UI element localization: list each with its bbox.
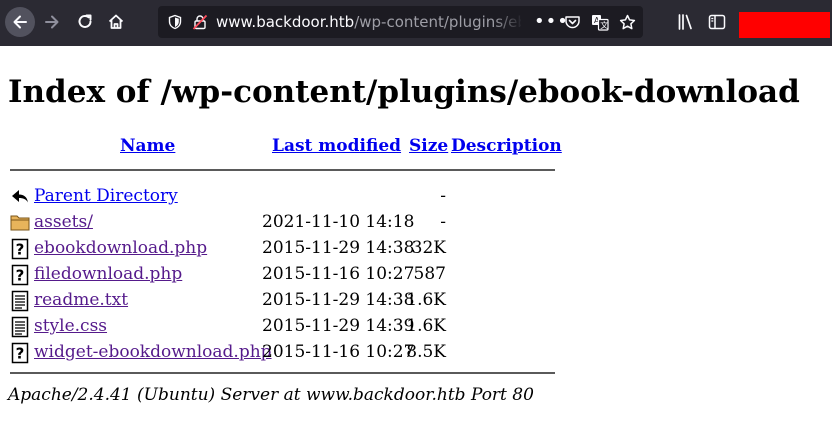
sort-by-last-modified-link[interactable]: Last modified — [272, 136, 401, 156]
svg-text:?: ? — [16, 267, 25, 285]
size-cell: 1.6K — [406, 316, 446, 336]
back-arrow-icon — [13, 15, 27, 29]
sort-by-name-link[interactable]: Name — [120, 136, 175, 156]
reload-icon — [78, 14, 92, 28]
url-text[interactable]: www.backdoor.htb/wp-content/plugins/eboo — [216, 13, 521, 31]
table-row: ? filedownload.php 2015-11-16 10:27 587 — [0, 262, 560, 288]
url-fade — [493, 6, 523, 38]
unknown-file-icon: ? — [10, 264, 30, 290]
last-modified-cell: 2015-11-29 14:38 — [262, 238, 415, 258]
last-modified-cell: 2015-11-29 14:38 — [262, 290, 415, 310]
size-cell: 1.6K — [406, 290, 446, 310]
back-button[interactable] — [5, 7, 35, 37]
insecure-lock-icon[interactable] — [192, 14, 208, 30]
table-row: style.css 2015-11-29 14:39 1.6K — [0, 314, 560, 340]
forward-arrow-icon — [45, 15, 59, 29]
header-divider — [10, 169, 555, 171]
browser-toolbar: www.backdoor.htb/wp-content/plugins/eboo… — [0, 0, 832, 46]
sort-by-size-link[interactable]: Size — [409, 136, 448, 156]
forward-button[interactable] — [37, 7, 67, 37]
last-modified-cell: 2015-11-16 10:27 — [262, 264, 415, 284]
back-icon — [10, 186, 30, 210]
file-link[interactable]: style.css — [34, 316, 107, 336]
file-link[interactable]: widget-ebookdownload.php — [34, 342, 272, 362]
svg-text:?: ? — [16, 241, 25, 259]
text-file-icon — [10, 290, 30, 316]
sidebar-icon[interactable] — [708, 13, 726, 31]
redacted-account-block — [739, 12, 830, 38]
size-cell: - — [440, 186, 446, 206]
file-link[interactable]: ebookdownload.php — [34, 238, 207, 258]
file-link[interactable]: assets/ — [34, 212, 93, 232]
size-cell: 587 — [413, 264, 446, 284]
server-signature: Apache/2.4.41 (Ubuntu) Server at www.bac… — [8, 385, 534, 405]
home-button[interactable] — [101, 7, 131, 37]
size-cell: - — [440, 212, 446, 232]
reload-button[interactable] — [70, 7, 100, 37]
text-file-icon — [10, 316, 30, 342]
table-row: ? ebookdownload.php 2015-11-29 14:38 32K — [0, 236, 560, 262]
address-bar[interactable]: www.backdoor.htb/wp-content/plugins/eboo… — [158, 6, 643, 38]
file-link[interactable]: readme.txt — [34, 290, 128, 310]
table-row: readme.txt 2015-11-29 14:38 1.6K — [0, 288, 560, 314]
unknown-file-icon: ? — [10, 342, 30, 368]
translate-icon[interactable]: A 文 — [591, 14, 609, 31]
unknown-file-icon: ? — [10, 238, 30, 264]
size-cell: 8.5K — [406, 342, 446, 362]
svg-text:文: 文 — [600, 20, 608, 30]
bookmark-star-icon[interactable] — [619, 14, 636, 31]
file-link[interactable]: Parent Directory — [34, 186, 178, 206]
url-domain: www.backdoor.htb — [216, 13, 355, 31]
table-row: ? widget-ebookdownload.php 2015-11-16 10:2… — [0, 340, 560, 366]
home-icon — [108, 14, 124, 29]
table-row: assets/2021-11-10 14:18 - — [0, 210, 560, 236]
table-row: Parent Directory - — [0, 184, 560, 210]
last-modified-cell: 2015-11-16 10:27 — [262, 342, 415, 362]
sort-by-description-link[interactable]: Description — [451, 136, 562, 156]
last-modified-cell: 2015-11-29 14:39 — [262, 316, 415, 336]
page-title: Index of /wp-content/plugins/ebook-downl… — [8, 74, 800, 110]
last-modified-cell: 2021-11-10 14:18 — [262, 212, 415, 232]
library-icon[interactable] — [677, 13, 695, 31]
pocket-icon[interactable] — [564, 14, 581, 30]
svg-text:?: ? — [16, 345, 25, 363]
folder-icon — [10, 212, 30, 236]
footer-divider — [10, 372, 555, 374]
shield-icon[interactable] — [167, 14, 183, 30]
size-cell: 32K — [411, 238, 446, 258]
file-link[interactable]: filedownload.php — [34, 264, 182, 284]
